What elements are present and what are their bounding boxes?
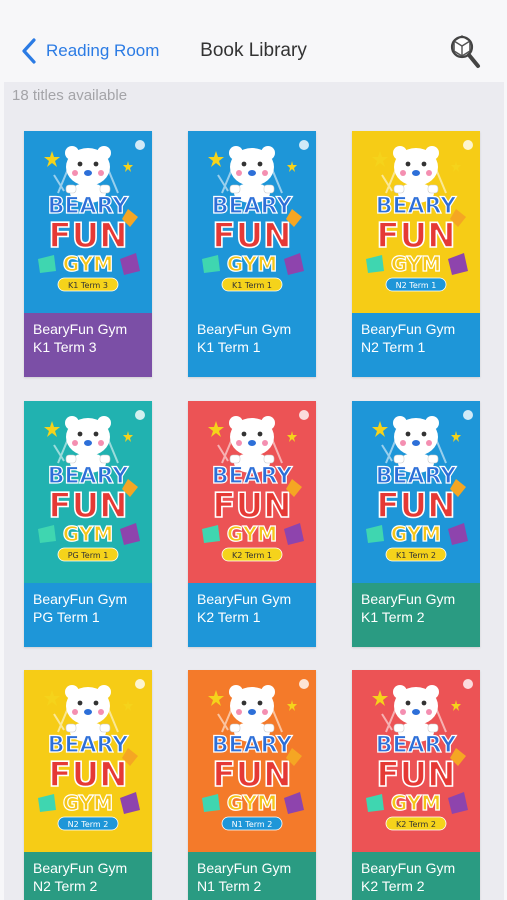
bear-mascot-illustration: BEARY FUN GYM N2 Term 1	[366, 140, 473, 292]
svg-text:FUN: FUN	[376, 216, 455, 256]
svg-text:GYM: GYM	[227, 252, 277, 276]
page-title: Book Library	[200, 40, 307, 61]
search-icon[interactable]	[448, 32, 482, 70]
book-card[interactable]: BEARY FUN GYM K2 Term 2 BearyFun Gym K2 …	[352, 670, 480, 900]
book-title: BearyFun Gym K2 Term 2	[352, 852, 480, 900]
bear-mascot-illustration: BEARY FUN GYM K1 Term 2	[366, 410, 473, 562]
book-card[interactable]: BEARY FUN GYM K1 Term 1 BearyFun Gym K1 …	[188, 131, 316, 377]
svg-text:K1 Term 2: K1 Term 2	[396, 551, 436, 560]
svg-text:GYM: GYM	[63, 252, 113, 276]
svg-text:FUN: FUN	[48, 755, 127, 795]
svg-text:FUN: FUN	[212, 755, 291, 795]
book-card[interactable]: BEARY FUN GYM PG Term 1 BearyFun Gym PG …	[24, 401, 152, 647]
book-title: BearyFun Gym K1 Term 2	[352, 583, 480, 647]
book-cover: BEARY FUN GYM K1 Term 3	[24, 131, 152, 313]
svg-text:GYM: GYM	[391, 791, 441, 815]
bear-mascot-illustration: BEARY FUN GYM PG Term 1	[38, 410, 145, 562]
book-cover: BEARY FUN GYM N1 Term 2	[188, 670, 316, 852]
book-card[interactable]: BEARY FUN GYM K1 Term 2 BearyFun Gym K1 …	[352, 401, 480, 647]
svg-text:FUN: FUN	[212, 486, 291, 526]
svg-text:N2 Term 2: N2 Term 2	[68, 820, 109, 829]
navigation-bar: Reading Room Book Library	[0, 0, 507, 82]
book-cover: BEARY FUN GYM PG Term 1	[24, 401, 152, 583]
svg-text:GYM: GYM	[391, 522, 441, 546]
book-title: BearyFun Gym N1 Term 2	[188, 852, 316, 900]
svg-text:GYM: GYM	[63, 522, 113, 546]
book-cover: BEARY FUN GYM N2 Term 2	[24, 670, 152, 852]
svg-text:K1 Term 3: K1 Term 3	[68, 281, 108, 290]
book-card[interactable]: BEARY FUN GYM N2 Term 1 BearyFun Gym N2 …	[352, 131, 480, 377]
bear-mascot-illustration: BEARY FUN GYM N2 Term 2	[38, 679, 145, 831]
book-cover: BEARY FUN GYM N2 Term 1	[352, 131, 480, 313]
library-content[interactable]: 18 titles available BEARY FUN GYM K1 Ter…	[4, 82, 504, 900]
svg-text:GYM: GYM	[391, 252, 441, 276]
svg-text:FUN: FUN	[48, 486, 127, 526]
svg-text:FUN: FUN	[48, 216, 127, 256]
book-title: BearyFun Gym K1 Term 1	[188, 313, 316, 377]
book-cover: BEARY FUN GYM K2 Term 2	[352, 670, 480, 852]
bear-mascot-illustration: BEARY FUN GYM K1 Term 3	[38, 140, 145, 292]
book-card[interactable]: BEARY FUN GYM K2 Term 1 BearyFun Gym K2 …	[188, 401, 316, 647]
titles-count: 18 titles available	[12, 87, 128, 104]
svg-text:N1 Term 2: N1 Term 2	[232, 820, 273, 829]
book-card[interactable]: BEARY FUN GYM K1 Term 3 BearyFun Gym K1 …	[24, 131, 152, 377]
book-cover: BEARY FUN GYM K1 Term 1	[188, 131, 316, 313]
svg-text:GYM: GYM	[63, 791, 113, 815]
svg-text:FUN: FUN	[376, 486, 455, 526]
book-cover: BEARY FUN GYM K2 Term 1	[188, 401, 316, 583]
svg-text:FUN: FUN	[212, 216, 291, 256]
book-title: BearyFun Gym K1 Term 3	[24, 313, 152, 377]
svg-text:K2 Term 2: K2 Term 2	[396, 820, 436, 829]
book-title: BearyFun Gym N2 Term 1	[352, 313, 480, 377]
svg-text:N2 Term 1: N2 Term 1	[396, 281, 437, 290]
svg-text:K2 Term 1: K2 Term 1	[232, 551, 272, 560]
svg-text:FUN: FUN	[376, 755, 455, 795]
bear-mascot-illustration: BEARY FUN GYM K2 Term 2	[366, 679, 473, 831]
bear-mascot-illustration: BEARY FUN GYM K2 Term 1	[202, 410, 309, 562]
book-card[interactable]: BEARY FUN GYM N2 Term 2 BearyFun Gym N2 …	[24, 670, 152, 900]
book-card[interactable]: BEARY FUN GYM N1 Term 2 BearyFun Gym N1 …	[188, 670, 316, 900]
bear-mascot-illustration: BEARY FUN GYM K1 Term 1	[202, 140, 309, 292]
svg-text:PG Term 1: PG Term 1	[68, 551, 109, 560]
book-title: BearyFun Gym N2 Term 2	[24, 852, 152, 900]
book-cover: BEARY FUN GYM K1 Term 2	[352, 401, 480, 583]
svg-text:GYM: GYM	[227, 791, 277, 815]
svg-text:K1 Term 1: K1 Term 1	[232, 281, 272, 290]
svg-text:GYM: GYM	[227, 522, 277, 546]
bear-mascot-illustration: BEARY FUN GYM N1 Term 2	[202, 679, 309, 831]
book-title: BearyFun Gym K2 Term 1	[188, 583, 316, 647]
book-title: BearyFun Gym PG Term 1	[24, 583, 152, 647]
